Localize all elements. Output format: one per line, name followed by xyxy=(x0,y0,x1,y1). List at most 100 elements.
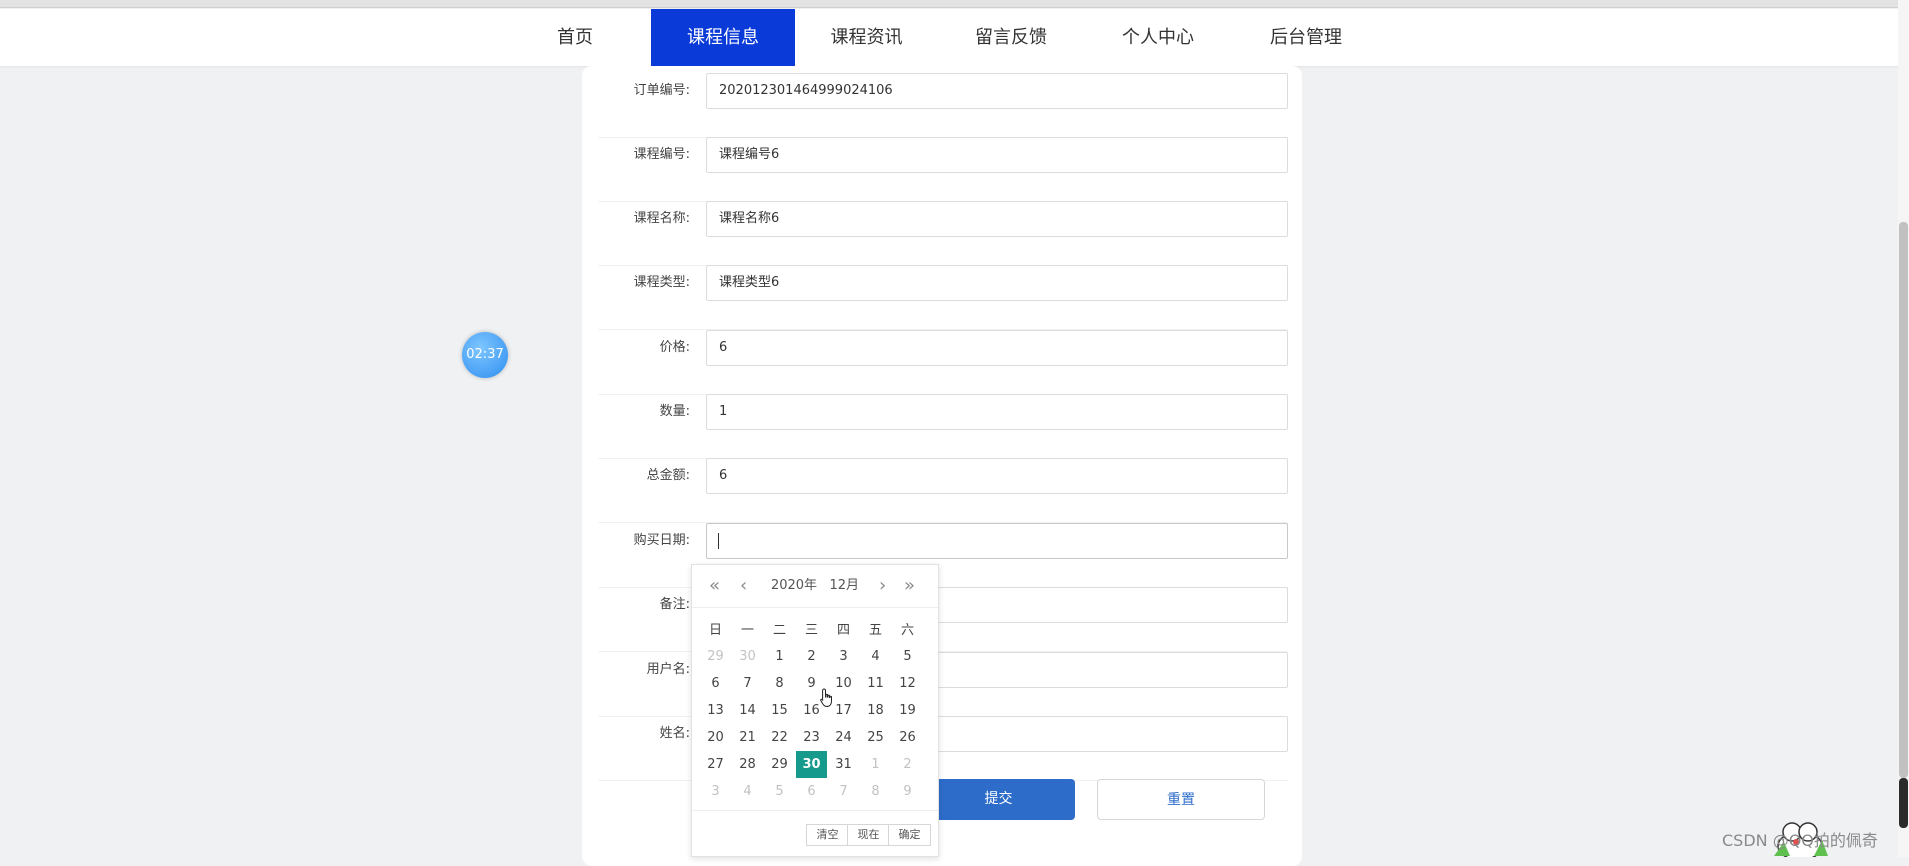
calendar-week: 3 4 5 6 7 8 9 xyxy=(700,778,932,805)
weekday-label: 四 xyxy=(836,623,850,638)
total-input[interactable]: 6 xyxy=(706,458,1288,494)
form-row-price: 价格: 6 xyxy=(598,330,1288,395)
order-no-input[interactable]: 202012301464999024106 xyxy=(706,73,1288,109)
nav-course-info[interactable]: 课程信息 xyxy=(651,9,795,66)
nav-home[interactable]: 首页 xyxy=(535,9,615,66)
date-picker-title: 2020年 12月 xyxy=(692,565,938,607)
timer-badge[interactable]: 02:37 xyxy=(462,332,508,378)
field-label: 课程编号: xyxy=(633,147,690,162)
scrollbar-thumb-secondary[interactable] xyxy=(1899,778,1908,828)
day-cell[interactable]: 8 xyxy=(764,670,795,697)
field-label: 课程名称: xyxy=(633,211,690,226)
form-row-course-type: 课程类型: 课程类型6 xyxy=(598,265,1288,330)
submit-button[interactable]: 提交 xyxy=(922,779,1075,820)
field-label: 用户名: xyxy=(646,662,690,677)
calendar-week: 13 14 15 16 17 18 19 xyxy=(700,697,932,724)
course-type-input[interactable]: 课程类型6 xyxy=(706,265,1288,301)
nav-personal-center[interactable]: 个人中心 xyxy=(1098,9,1218,66)
day-cell[interactable]: 13 xyxy=(700,697,731,724)
day-cell-selected[interactable]: 30 xyxy=(796,751,827,778)
day-cell[interactable]: 7 xyxy=(828,778,859,805)
day-cell[interactable]: 4 xyxy=(732,778,763,805)
date-picker-footer: 清空 现在 确定 xyxy=(692,810,938,858)
day-cell[interactable]: 6 xyxy=(700,670,731,697)
weekday-label: 二 xyxy=(772,623,786,638)
watermark: CSDN @QQ拍的佩奇 xyxy=(1722,831,1878,850)
field-label: 购买日期: xyxy=(633,533,690,548)
day-cell[interactable]: 2 xyxy=(892,751,923,778)
form-row-course-no: 课程编号: 课程编号6 xyxy=(598,137,1288,202)
day-cell[interactable]: 3 xyxy=(700,778,731,805)
quantity-input[interactable]: 1 xyxy=(706,394,1288,430)
day-cell[interactable]: 14 xyxy=(732,697,763,724)
weekday-label: 一 xyxy=(740,623,754,638)
day-cell[interactable]: 1 xyxy=(860,751,891,778)
day-cell[interactable]: 6 xyxy=(796,778,827,805)
nav-admin[interactable]: 后台管理 xyxy=(1244,9,1368,66)
form-row-quantity: 数量: 1 xyxy=(598,394,1288,459)
day-cell[interactable]: 21 xyxy=(732,724,763,751)
day-cell[interactable]: 5 xyxy=(892,643,923,670)
day-cell[interactable]: 23 xyxy=(796,724,827,751)
day-cell[interactable]: 28 xyxy=(732,751,763,778)
calendar-week: 20 21 22 23 24 25 26 xyxy=(700,724,932,751)
reset-button[interactable]: 重置 xyxy=(1097,779,1265,820)
date-picker-header: « ‹ 2020年 12月 › » xyxy=(692,565,938,608)
day-cell[interactable]: 22 xyxy=(764,724,795,751)
weekday-header: 日 一 二 三 四 五 六 xyxy=(700,617,932,644)
next-year-icon[interactable]: » xyxy=(904,565,915,607)
day-cell[interactable]: 8 xyxy=(860,778,891,805)
scrollbar-thumb[interactable] xyxy=(1899,222,1908,778)
month-select[interactable]: 12月 xyxy=(829,578,859,593)
page-scrollbar[interactable] xyxy=(1898,0,1909,857)
weekday-label: 六 xyxy=(900,623,914,638)
nav-course-news[interactable]: 课程资讯 xyxy=(810,9,923,66)
day-cell[interactable]: 20 xyxy=(700,724,731,751)
day-cell[interactable]: 29 xyxy=(700,643,731,670)
day-cell[interactable]: 19 xyxy=(892,697,923,724)
day-cell[interactable]: 7 xyxy=(732,670,763,697)
next-month-icon[interactable]: › xyxy=(879,565,886,607)
field-label: 课程类型: xyxy=(633,275,690,290)
day-cell[interactable]: 24 xyxy=(828,724,859,751)
confirm-button[interactable]: 确定 xyxy=(888,824,931,846)
day-cell[interactable]: 2 xyxy=(796,643,827,670)
field-label: 姓名: xyxy=(659,726,690,741)
day-cell[interactable]: 4 xyxy=(860,643,891,670)
field-label: 备注: xyxy=(659,597,690,612)
day-cell[interactable]: 15 xyxy=(764,697,795,724)
day-cell[interactable]: 12 xyxy=(892,670,923,697)
day-cell[interactable]: 25 xyxy=(860,724,891,751)
course-no-input[interactable]: 课程编号6 xyxy=(706,137,1288,173)
field-label: 订单编号: xyxy=(633,83,690,98)
purchase-date-input[interactable] xyxy=(706,523,1288,559)
field-label: 总金额: xyxy=(646,468,690,483)
text-caret xyxy=(718,532,719,549)
year-select[interactable]: 2020年 xyxy=(771,578,817,593)
nav-feedback[interactable]: 留言反馈 xyxy=(952,9,1070,66)
clear-button[interactable]: 清空 xyxy=(806,824,849,846)
day-cell[interactable]: 31 xyxy=(828,751,859,778)
day-cell[interactable]: 18 xyxy=(860,697,891,724)
day-cell[interactable]: 3 xyxy=(828,643,859,670)
day-cell[interactable]: 1 xyxy=(764,643,795,670)
day-cell[interactable]: 29 xyxy=(764,751,795,778)
weekday-label: 五 xyxy=(868,623,882,638)
day-cell[interactable]: 5 xyxy=(764,778,795,805)
weekday-label: 三 xyxy=(804,623,818,638)
day-cell[interactable]: 11 xyxy=(860,670,891,697)
course-name-input[interactable]: 课程名称6 xyxy=(706,201,1288,237)
day-cell[interactable]: 9 xyxy=(892,778,923,805)
calendar-week: 6 7 8 9 10 11 12 xyxy=(700,670,932,697)
hand-cursor-icon xyxy=(820,688,832,708)
order-form-card: 订单编号: 202012301464999024106 课程编号: 课程编号6 … xyxy=(582,66,1302,866)
day-cell[interactable]: 27 xyxy=(700,751,731,778)
window-top-bar xyxy=(0,0,1909,8)
now-button[interactable]: 现在 xyxy=(847,824,890,846)
day-cell[interactable]: 26 xyxy=(892,724,923,751)
price-input[interactable]: 6 xyxy=(706,330,1288,366)
date-picker: « ‹ 2020年 12月 › » 日 一 二 三 四 五 六 29 30 1 … xyxy=(691,564,939,857)
field-label: 价格: xyxy=(659,340,690,355)
day-cell[interactable]: 30 xyxy=(732,643,763,670)
calendar-week: 29 30 1 2 3 4 5 xyxy=(700,643,932,670)
